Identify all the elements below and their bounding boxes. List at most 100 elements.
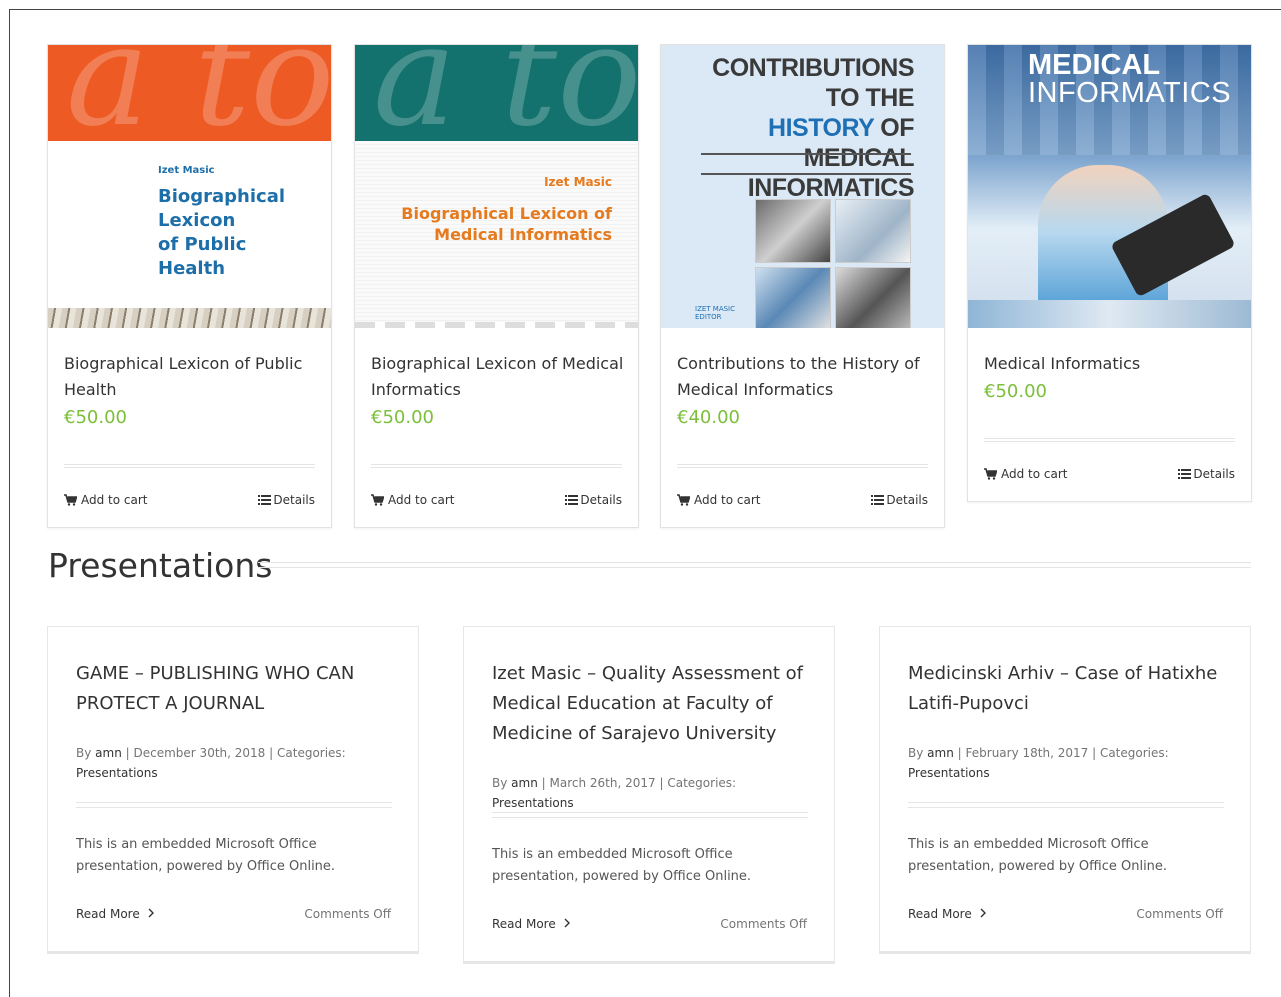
details-label: Details xyxy=(1193,467,1235,481)
cover-photo xyxy=(835,199,911,263)
cover-title-line: Health xyxy=(158,258,226,279)
read-more-label: Read More xyxy=(76,907,140,921)
post-category-link[interactable]: Presentations xyxy=(76,766,158,780)
meta-separator: | xyxy=(957,746,966,760)
divider xyxy=(677,464,928,468)
read-more-link[interactable]: Read More xyxy=(492,917,571,931)
add-to-cart-label: Add to cart xyxy=(1001,467,1068,481)
product-title[interactable]: Contributions to the History of Medical … xyxy=(677,351,932,403)
chevron-right-icon xyxy=(564,918,570,928)
cover-title-line: Biographical xyxy=(158,186,286,207)
comments-status: Comments Off xyxy=(304,907,391,921)
product-price: €50.00 xyxy=(984,381,1047,402)
details-button[interactable]: Details xyxy=(871,493,928,507)
cover-band-letters: a to Z xyxy=(373,45,638,141)
divider xyxy=(64,464,315,468)
cover-title-line: Medical Informatics xyxy=(434,225,612,244)
details-button[interactable]: Details xyxy=(258,493,315,507)
product-price: €40.00 xyxy=(677,407,740,428)
add-to-cart-label: Add to cart xyxy=(388,493,455,507)
post-meta: By amn | February 18th, 2017 | Categorie… xyxy=(908,743,1228,783)
post-category-link[interactable]: Presentations xyxy=(492,796,574,810)
post-card: GAME – PUBLISHING WHO CAN PROTECT A JOUR… xyxy=(47,626,419,954)
product-card: MEDICAL INFORMATICS Medical Informatics … xyxy=(967,44,1252,502)
add-to-cart-button[interactable]: Add to cart xyxy=(984,467,1068,481)
post-title[interactable]: GAME – PUBLISHING WHO CAN PROTECT A JOUR… xyxy=(76,659,396,719)
cover-title: Biographical Lexicon of Medical Informat… xyxy=(382,203,612,245)
section-title: Presentations xyxy=(48,546,273,585)
post-author-link[interactable]: amn xyxy=(511,776,538,790)
product-image[interactable]: a to Z Izet Masic Biographical Lexicon o… xyxy=(48,45,331,328)
list-icon xyxy=(565,495,579,505)
cover-title-line: MEDICAL xyxy=(1028,49,1161,81)
post-category-link[interactable]: Presentations xyxy=(908,766,990,780)
meta-categories-label: Categories: xyxy=(667,776,737,790)
list-icon xyxy=(1178,469,1192,479)
add-to-cart-button[interactable]: Add to cart xyxy=(64,493,148,507)
meta-by: By xyxy=(908,746,924,760)
cover-title-line: of Public xyxy=(158,234,247,255)
cover-title-line: CONTRIBUTIONS TO THE xyxy=(712,54,914,112)
details-label: Details xyxy=(886,493,928,507)
cart-icon xyxy=(371,494,384,506)
divider xyxy=(76,802,392,808)
read-more-link[interactable]: Read More xyxy=(908,907,987,921)
post-title[interactable]: Izet Masic – Quality Assessment of Medic… xyxy=(492,659,812,749)
post-date: March 26th, 2017 xyxy=(549,776,656,790)
product-title[interactable]: Medical Informatics xyxy=(984,351,1239,377)
cart-icon xyxy=(64,494,77,506)
post-meta: By amn | March 26th, 2017 | Categories: … xyxy=(492,773,812,813)
product-title[interactable]: Biographical Lexicon of Medical Informat… xyxy=(371,351,626,403)
product-image[interactable]: a to Z Izet Masic Biographical Lexicon o… xyxy=(355,45,638,328)
details-button[interactable]: Details xyxy=(565,493,622,507)
post-meta: By amn | December 30th, 2018 | Categorie… xyxy=(76,743,396,783)
cover-photo xyxy=(755,267,831,328)
product-price: €50.00 xyxy=(64,407,127,428)
meta-separator: | xyxy=(541,776,550,790)
post-author-link[interactable]: amn xyxy=(927,746,954,760)
cover-band-letters: a to Z xyxy=(66,45,331,141)
cover-band: a to Z xyxy=(355,45,638,141)
cover-base xyxy=(968,300,1251,328)
read-more-link[interactable]: Read More xyxy=(76,907,155,921)
product-price: €50.00 xyxy=(371,407,434,428)
cover-band: a to Z xyxy=(48,45,331,141)
cover-photo xyxy=(755,199,831,263)
product-card: CONTRIBUTIONS TO THE HISTORY OF MEDICAL … xyxy=(660,44,945,528)
cover-tag-line: IZET MASIC xyxy=(695,305,736,313)
meta-by: By xyxy=(492,776,508,790)
post-date: December 30th, 2018 xyxy=(133,746,266,760)
product-card: a to Z Izet Masic Biographical Lexicon o… xyxy=(354,44,639,528)
comments-status: Comments Off xyxy=(720,917,807,931)
cover-title-line: Biographical Lexicon of xyxy=(401,204,612,223)
cover-rule xyxy=(701,153,911,155)
product-image[interactable]: MEDICAL INFORMATICS xyxy=(968,45,1251,328)
section-divider xyxy=(258,562,1251,568)
cover-title-highlight: HISTORY xyxy=(768,114,874,142)
cover-title-line: Lexicon xyxy=(158,210,236,231)
cover-title: Biographical Lexicon of Public Health xyxy=(158,185,285,281)
post-title[interactable]: Medicinski Arhiv – Case of Hatixhe Latif… xyxy=(908,659,1228,719)
add-to-cart-button[interactable]: Add to cart xyxy=(371,493,455,507)
post-excerpt: This is an embedded Microsoft Office pre… xyxy=(492,847,752,884)
post-excerpt: This is an embedded Microsoft Office pre… xyxy=(76,837,336,874)
cover-title: MEDICAL INFORMATICS xyxy=(1028,49,1231,108)
product-image[interactable]: CONTRIBUTIONS TO THE HISTORY OF MEDICAL … xyxy=(661,45,944,328)
post-author-link[interactable]: amn xyxy=(95,746,122,760)
details-button[interactable]: Details xyxy=(1178,467,1235,481)
meta-by: By xyxy=(76,746,92,760)
cover-photo xyxy=(835,267,911,328)
post-card: Medicinski Arhiv – Case of Hatixhe Latif… xyxy=(879,626,1251,954)
details-label: Details xyxy=(580,493,622,507)
add-to-cart-button[interactable]: Add to cart xyxy=(677,493,761,507)
comments-status: Comments Off xyxy=(1136,907,1223,921)
list-icon xyxy=(258,495,272,505)
divider xyxy=(492,812,808,818)
cover-author: Izet Masic xyxy=(544,175,612,189)
cover-rule xyxy=(701,173,911,175)
post-excerpt: This is an embedded Microsoft Office pre… xyxy=(908,837,1168,874)
list-icon xyxy=(871,495,885,505)
product-title[interactable]: Biographical Lexicon of Public Health xyxy=(64,351,319,403)
divider xyxy=(908,802,1224,808)
meta-separator: | xyxy=(269,746,277,760)
